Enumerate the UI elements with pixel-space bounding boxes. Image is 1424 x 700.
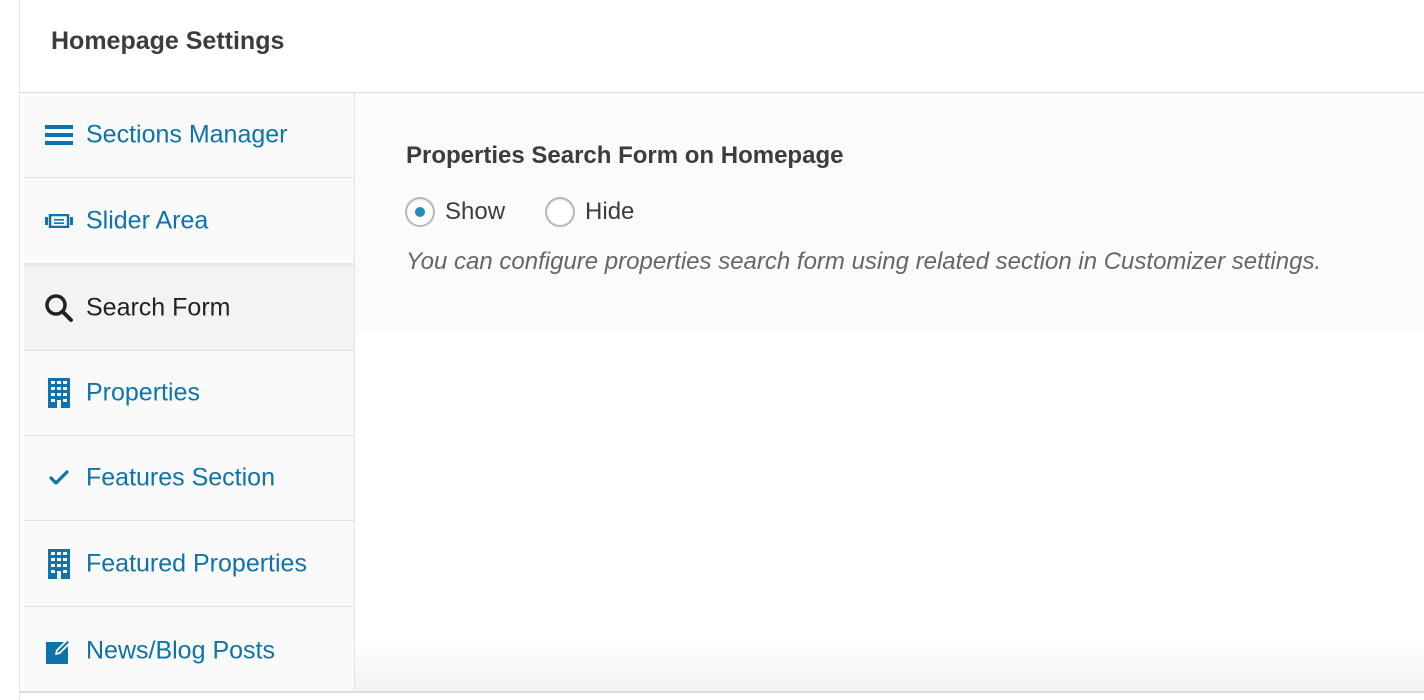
- edit-icon: [44, 636, 74, 666]
- bottom-divider: [20, 691, 1424, 693]
- show-radio-label: Show: [445, 198, 506, 225]
- search-form-panel: Properties Search Form on Homepage Show …: [355, 93, 1424, 333]
- page-header: Homepage Settings: [20, 0, 1424, 93]
- hide-radio-label: Hide: [585, 198, 635, 225]
- tab-label: News/Blog Posts: [86, 636, 275, 664]
- tab-news-blog-posts[interactable]: News/Blog Posts: [24, 608, 354, 693]
- hide-radio[interactable]: [545, 197, 576, 227]
- checkmark-icon: [44, 463, 74, 493]
- show-radio[interactable]: [405, 197, 435, 227]
- building-icon: [44, 549, 74, 579]
- tab-label: Featured Properties: [86, 549, 307, 578]
- tab-label: Sections Manager: [86, 120, 288, 149]
- tab-label: Properties: [86, 378, 200, 407]
- field-title: Properties Search Form on Homepage: [406, 142, 844, 169]
- left-divider: [19, 0, 20, 700]
- bottom-shadow: [355, 640, 1424, 691]
- building-icon: [44, 378, 74, 408]
- hide-option[interactable]: Hide: [545, 197, 634, 227]
- tab-label: Slider Area: [86, 206, 209, 235]
- tab-sections-manager[interactable]: Sections Manager: [24, 93, 354, 178]
- menu-icon: [44, 120, 74, 150]
- homepage-settings-page: Homepage Settings Sections Manager Slide…: [0, 0, 1424, 700]
- tab-properties[interactable]: Properties: [24, 351, 354, 436]
- tab-features-section[interactable]: Features Section: [24, 436, 354, 521]
- page-title: Homepage Settings: [51, 27, 285, 55]
- visibility-radio-group: Show Hide: [405, 193, 674, 231]
- content-empty-area: [355, 333, 1424, 691]
- tab-slider-area[interactable]: Slider Area: [24, 179, 354, 264]
- show-option[interactable]: Show: [405, 197, 505, 227]
- tab-featured-properties[interactable]: Featured Properties: [24, 522, 354, 607]
- tab-search-form[interactable]: Search Form: [24, 263, 354, 351]
- slider-icon: [44, 206, 74, 236]
- settings-tabs-sidebar: Sections Manager Slider Area Search Form…: [24, 93, 355, 693]
- tab-label: Features Section: [86, 463, 275, 492]
- field-description: You can configure properties search form…: [406, 248, 1322, 275]
- tab-label: Search Form: [86, 293, 231, 322]
- search-icon: [44, 293, 74, 323]
